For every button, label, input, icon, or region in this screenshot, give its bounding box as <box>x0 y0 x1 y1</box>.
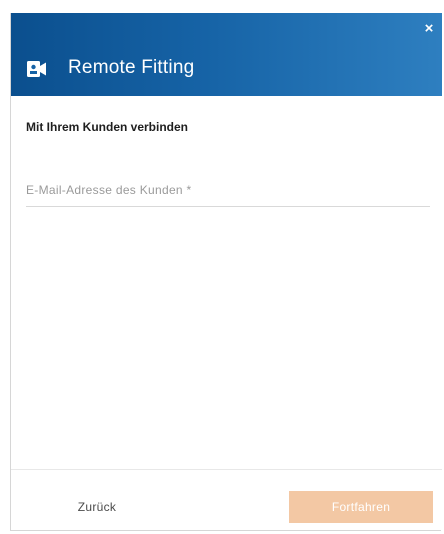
email-placeholder: E-Mail-Adresse des Kunden * <box>26 183 192 197</box>
section-heading: Mit Ihrem Kunden verbinden <box>26 120 189 134</box>
dialog-title: Remote Fitting <box>68 57 195 78</box>
back-button[interactable]: Zurück <box>51 490 143 524</box>
dialog-header: × Remote Fitting <box>11 13 442 96</box>
remote-fitting-dialog: × Remote Fitting Mit Ihrem Kunden verbin… <box>10 13 442 531</box>
video-camera-icon <box>27 61 46 77</box>
close-icon[interactable]: × <box>421 21 437 37</box>
customer-email-field[interactable]: E-Mail-Adresse des Kunden * <box>26 176 430 207</box>
continue-button[interactable]: Fortfahren <box>289 491 433 523</box>
footer-divider <box>11 469 442 470</box>
